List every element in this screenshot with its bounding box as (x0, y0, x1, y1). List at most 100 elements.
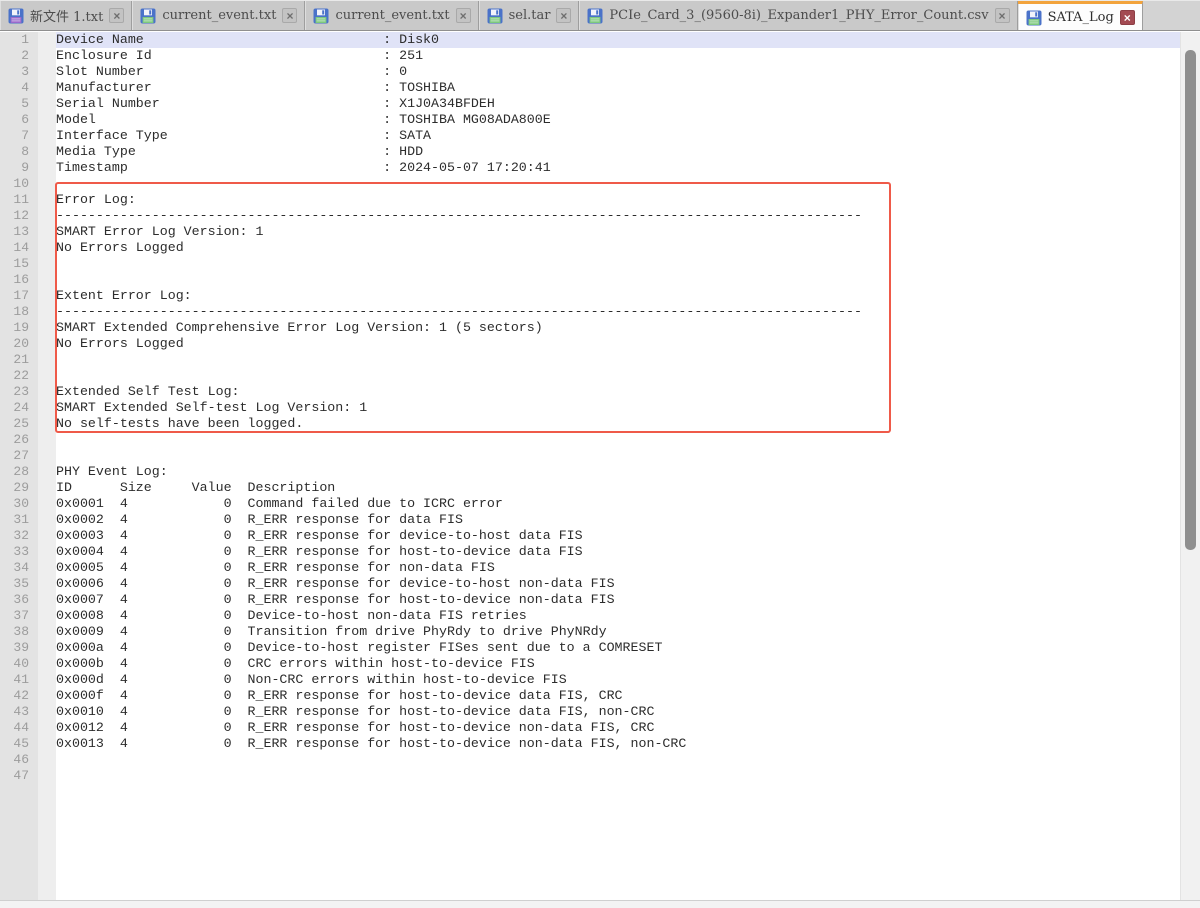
line-number[interactable]: 46 (0, 752, 38, 768)
line-text[interactable] (56, 432, 1180, 448)
line-text[interactable]: 0x0004 4 0 R_ERR response for host-to-de… (56, 544, 1180, 560)
line-number[interactable]: 15 (0, 256, 38, 272)
line-text[interactable] (56, 368, 1180, 384)
line-text[interactable]: ID Size Value Description (56, 480, 1180, 496)
line-number[interactable]: 41 (0, 672, 38, 688)
line-number[interactable]: 18 (0, 304, 38, 320)
line-text[interactable] (56, 256, 1180, 272)
tab-pcie-phy-error-csv[interactable]: PCIe_Card_3_(9560-8i)_Expander1_PHY_Erro… (579, 1, 1017, 30)
tab-close-icon[interactable]: × (1120, 10, 1135, 25)
line-text[interactable]: 0x0001 4 0 Command failed due to ICRC er… (56, 496, 1180, 512)
line-number[interactable]: 16 (0, 272, 38, 288)
line-number[interactable]: 43 (0, 704, 38, 720)
line-text[interactable]: PHY Event Log: (56, 464, 1180, 480)
line-text[interactable] (56, 768, 1180, 784)
line-text[interactable]: Model : TOSHIBA MG08ADA800E (56, 112, 1180, 128)
tab-current-event-1[interactable]: current_event.txt× (132, 1, 305, 30)
line-text[interactable] (56, 352, 1180, 368)
line-text[interactable]: 0x0006 4 0 R_ERR response for device-to-… (56, 576, 1180, 592)
line-number[interactable]: 27 (0, 448, 38, 464)
tab-sata-log[interactable]: SATA_Log× (1018, 1, 1143, 31)
line-text[interactable]: No self-tests have been logged. (56, 416, 1180, 432)
line-text[interactable]: SMART Extended Comprehensive Error Log V… (56, 320, 1180, 336)
line-number[interactable]: 10 (0, 176, 38, 192)
editor-area[interactable]: 1 Device Name : Disk0 2 Enclosure Id : 251 3… (0, 32, 1200, 900)
line-number[interactable]: 17 (0, 288, 38, 304)
line-number[interactable]: 5 (0, 96, 38, 112)
line-text[interactable]: Manufacturer : TOSHIBA (56, 80, 1180, 96)
line-text[interactable] (56, 272, 1180, 288)
line-text[interactable]: Media Type : HDD (56, 144, 1180, 160)
line-number[interactable]: 8 (0, 144, 38, 160)
line-number[interactable]: 29 (0, 480, 38, 496)
line-text[interactable]: 0x0003 4 0 R_ERR response for device-to-… (56, 528, 1180, 544)
line-number[interactable]: 30 (0, 496, 38, 512)
line-number[interactable]: 11 (0, 192, 38, 208)
line-text[interactable]: No Errors Logged (56, 240, 1180, 256)
line-text[interactable]: SMART Error Log Version: 1 (56, 224, 1180, 240)
line-text[interactable]: SMART Extended Self-test Log Version: 1 (56, 400, 1180, 416)
tab-close-icon[interactable]: × (556, 8, 571, 23)
tab-close-icon[interactable]: × (456, 8, 471, 23)
scrollbar-thumb[interactable] (1185, 50, 1196, 550)
line-number[interactable]: 40 (0, 656, 38, 672)
tab-current-event-2[interactable]: current_event.txt× (305, 1, 478, 30)
line-number[interactable]: 22 (0, 368, 38, 384)
line-text[interactable]: Slot Number : 0 (56, 64, 1180, 80)
line-text[interactable]: 0x000d 4 0 Non-CRC errors within host-to… (56, 672, 1180, 688)
line-text[interactable]: ----------------------------------------… (56, 304, 1180, 320)
line-text[interactable] (56, 176, 1180, 192)
line-number[interactable]: 2 (0, 48, 38, 64)
line-number[interactable]: 9 (0, 160, 38, 176)
tab-new-file-1[interactable]: 新文件 1.txt× (0, 1, 132, 30)
line-text[interactable]: Interface Type : SATA (56, 128, 1180, 144)
line-text[interactable]: Device Name : Disk0 (56, 32, 1180, 48)
line-text[interactable] (56, 448, 1180, 464)
tab-close-icon[interactable]: × (282, 8, 297, 23)
line-number[interactable]: 33 (0, 544, 38, 560)
line-text[interactable]: 0x000f 4 0 R_ERR response for host-to-de… (56, 688, 1180, 704)
line-number[interactable]: 42 (0, 688, 38, 704)
line-number[interactable]: 28 (0, 464, 38, 480)
line-number[interactable]: 36 (0, 592, 38, 608)
line-number[interactable]: 23 (0, 384, 38, 400)
line-number[interactable]: 38 (0, 624, 38, 640)
line-number[interactable]: 6 (0, 112, 38, 128)
line-text[interactable]: 0x0013 4 0 R_ERR response for host-to-de… (56, 736, 1180, 752)
line-number[interactable]: 26 (0, 432, 38, 448)
line-number[interactable]: 34 (0, 560, 38, 576)
line-text[interactable]: Error Log: (56, 192, 1180, 208)
line-text[interactable]: 0x0005 4 0 R_ERR response for non-data F… (56, 560, 1180, 576)
line-number[interactable]: 44 (0, 720, 38, 736)
line-number[interactable]: 13 (0, 224, 38, 240)
tab-close-icon[interactable]: × (109, 8, 124, 23)
line-text[interactable]: 0x000a 4 0 Device-to-host register FISes… (56, 640, 1180, 656)
line-number[interactable]: 24 (0, 400, 38, 416)
line-text[interactable]: Extent Error Log: (56, 288, 1180, 304)
line-number[interactable]: 37 (0, 608, 38, 624)
line-text[interactable]: 0x0008 4 0 Device-to-host non-data FIS r… (56, 608, 1180, 624)
line-number[interactable]: 4 (0, 80, 38, 96)
line-number[interactable]: 31 (0, 512, 38, 528)
line-number[interactable]: 25 (0, 416, 38, 432)
vertical-scrollbar[interactable] (1180, 32, 1200, 900)
line-number[interactable]: 19 (0, 320, 38, 336)
line-number[interactable]: 21 (0, 352, 38, 368)
line-number[interactable]: 3 (0, 64, 38, 80)
line-text[interactable]: Timestamp : 2024-05-07 17:20:41 (56, 160, 1180, 176)
line-text[interactable]: 0x0010 4 0 R_ERR response for host-to-de… (56, 704, 1180, 720)
line-number[interactable]: 20 (0, 336, 38, 352)
line-text[interactable]: Extended Self Test Log: (56, 384, 1180, 400)
line-number[interactable]: 1 (0, 32, 38, 48)
line-number[interactable]: 39 (0, 640, 38, 656)
tab-close-icon[interactable]: × (995, 8, 1010, 23)
line-text[interactable]: No Errors Logged (56, 336, 1180, 352)
line-number[interactable]: 45 (0, 736, 38, 752)
line-number[interactable]: 47 (0, 768, 38, 784)
line-text[interactable]: 0x000b 4 0 CRC errors within host-to-dev… (56, 656, 1180, 672)
line-text[interactable]: 0x0007 4 0 R_ERR response for host-to-de… (56, 592, 1180, 608)
horizontal-scrollbar-track[interactable] (0, 900, 1200, 908)
line-text[interactable]: Enclosure Id : 251 (56, 48, 1180, 64)
line-text[interactable]: 0x0002 4 0 R_ERR response for data FIS (56, 512, 1180, 528)
tab-sel-tar[interactable]: sel.tar× (479, 1, 580, 30)
